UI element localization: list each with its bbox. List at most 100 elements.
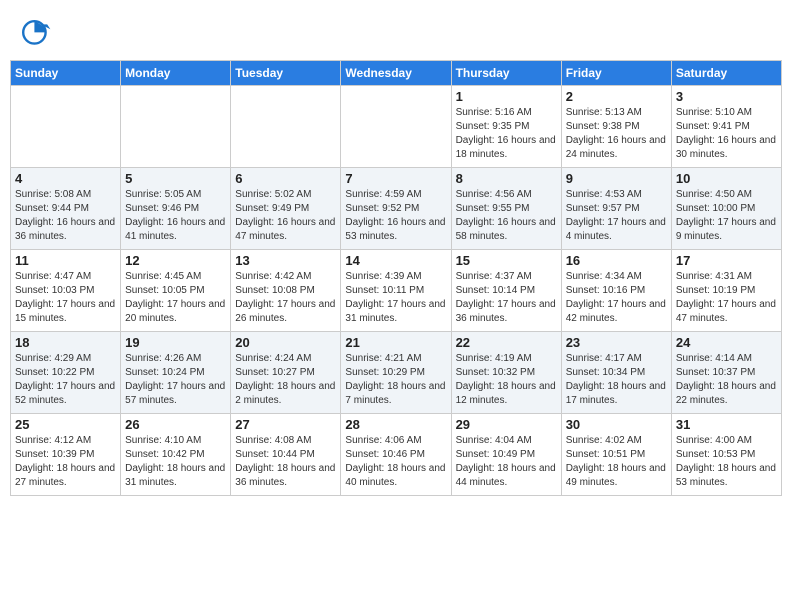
day-info: Sunrise: 4:29 AM Sunset: 10:22 PM Daylig…	[15, 352, 116, 408]
day-info: Sunrise: 4:50 AM Sunset: 10:00 PM Daylig…	[676, 188, 777, 244]
calendar-cell: 10 Sunrise: 4:50 AM Sunset: 10:00 PM Dayl…	[671, 168, 781, 250]
day-number: 27	[235, 417, 336, 432]
day-info: Sunrise: 4:42 AM Sunset: 10:08 PM Daylig…	[235, 270, 336, 326]
day-info: Sunrise: 4:19 AM Sunset: 10:32 PM Daylig…	[456, 352, 557, 408]
day-number: 29	[456, 417, 557, 432]
col-header-friday: Friday	[561, 61, 671, 86]
calendar-cell: 2 Sunrise: 5:13 AM Sunset: 9:38 PM Daylig…	[561, 86, 671, 168]
calendar-cell: 13 Sunrise: 4:42 AM Sunset: 10:08 PM Dayl…	[231, 250, 341, 332]
calendar-cell	[11, 86, 121, 168]
calendar-cell	[341, 86, 451, 168]
calendar-cell: 22 Sunrise: 4:19 AM Sunset: 10:32 PM Dayl…	[451, 332, 561, 414]
day-number: 4	[15, 171, 116, 186]
calendar-cell	[231, 86, 341, 168]
calendar-cell: 31 Sunrise: 4:00 AM Sunset: 10:53 PM Dayl…	[671, 414, 781, 496]
calendar-cell: 6 Sunrise: 5:02 AM Sunset: 9:49 PM Daylig…	[231, 168, 341, 250]
day-info: Sunrise: 4:53 AM Sunset: 9:57 PM Dayligh…	[566, 188, 667, 244]
day-number: 23	[566, 335, 667, 350]
calendar-week-3: 11 Sunrise: 4:47 AM Sunset: 10:03 PM Dayl…	[11, 250, 782, 332]
day-info: Sunrise: 4:14 AM Sunset: 10:37 PM Daylig…	[676, 352, 777, 408]
calendar-cell: 23 Sunrise: 4:17 AM Sunset: 10:34 PM Dayl…	[561, 332, 671, 414]
day-number: 17	[676, 253, 777, 268]
day-number: 19	[125, 335, 226, 350]
calendar-cell: 1 Sunrise: 5:16 AM Sunset: 9:35 PM Daylig…	[451, 86, 561, 168]
calendar-cell: 21 Sunrise: 4:21 AM Sunset: 10:29 PM Dayl…	[341, 332, 451, 414]
day-number: 24	[676, 335, 777, 350]
day-info: Sunrise: 4:00 AM Sunset: 10:53 PM Daylig…	[676, 434, 777, 490]
day-number: 3	[676, 89, 777, 104]
day-info: Sunrise: 4:10 AM Sunset: 10:42 PM Daylig…	[125, 434, 226, 490]
col-header-wednesday: Wednesday	[341, 61, 451, 86]
day-info: Sunrise: 4:02 AM Sunset: 10:51 PM Daylig…	[566, 434, 667, 490]
day-number: 5	[125, 171, 226, 186]
day-number: 1	[456, 89, 557, 104]
calendar-cell: 18 Sunrise: 4:29 AM Sunset: 10:22 PM Dayl…	[11, 332, 121, 414]
day-number: 30	[566, 417, 667, 432]
day-number: 6	[235, 171, 336, 186]
day-info: Sunrise: 5:08 AM Sunset: 9:44 PM Dayligh…	[15, 188, 116, 244]
col-header-saturday: Saturday	[671, 61, 781, 86]
calendar-cell: 9 Sunrise: 4:53 AM Sunset: 9:57 PM Daylig…	[561, 168, 671, 250]
calendar-cell: 16 Sunrise: 4:34 AM Sunset: 10:16 PM Dayl…	[561, 250, 671, 332]
calendar-cell: 30 Sunrise: 4:02 AM Sunset: 10:51 PM Dayl…	[561, 414, 671, 496]
day-info: Sunrise: 4:12 AM Sunset: 10:39 PM Daylig…	[15, 434, 116, 490]
day-info: Sunrise: 4:08 AM Sunset: 10:44 PM Daylig…	[235, 434, 336, 490]
day-number: 31	[676, 417, 777, 432]
day-number: 11	[15, 253, 116, 268]
day-number: 16	[566, 253, 667, 268]
logo	[20, 18, 56, 50]
day-number: 25	[15, 417, 116, 432]
day-info: Sunrise: 4:21 AM Sunset: 10:29 PM Daylig…	[345, 352, 446, 408]
calendar-cell: 5 Sunrise: 5:05 AM Sunset: 9:46 PM Daylig…	[121, 168, 231, 250]
day-info: Sunrise: 4:31 AM Sunset: 10:19 PM Daylig…	[676, 270, 777, 326]
day-info: Sunrise: 4:06 AM Sunset: 10:46 PM Daylig…	[345, 434, 446, 490]
day-number: 22	[456, 335, 557, 350]
calendar-cell: 25 Sunrise: 4:12 AM Sunset: 10:39 PM Dayl…	[11, 414, 121, 496]
day-number: 9	[566, 171, 667, 186]
day-number: 13	[235, 253, 336, 268]
day-number: 8	[456, 171, 557, 186]
day-number: 26	[125, 417, 226, 432]
calendar-cell: 3 Sunrise: 5:10 AM Sunset: 9:41 PM Daylig…	[671, 86, 781, 168]
page-header	[10, 10, 782, 54]
calendar-cell: 28 Sunrise: 4:06 AM Sunset: 10:46 PM Dayl…	[341, 414, 451, 496]
day-info: Sunrise: 4:37 AM Sunset: 10:14 PM Daylig…	[456, 270, 557, 326]
calendar-cell: 14Sunrise: 4:39 AM Sunset: 10:11 PM Dayl…	[341, 250, 451, 332]
calendar-cell: 11 Sunrise: 4:47 AM Sunset: 10:03 PM Dayl…	[11, 250, 121, 332]
day-number: 2	[566, 89, 667, 104]
calendar-cell: 29 Sunrise: 4:04 AM Sunset: 10:49 PM Dayl…	[451, 414, 561, 496]
day-number: 21	[345, 335, 446, 350]
calendar-table: SundayMondayTuesdayWednesdayThursdayFrid…	[10, 60, 782, 496]
day-info: Sunrise: 5:05 AM Sunset: 9:46 PM Dayligh…	[125, 188, 226, 244]
day-info: Sunrise: 4:04 AM Sunset: 10:49 PM Daylig…	[456, 434, 557, 490]
day-number: 14	[345, 253, 446, 268]
calendar-week-2: 4 Sunrise: 5:08 AM Sunset: 9:44 PM Daylig…	[11, 168, 782, 250]
day-info: Sunrise: 4:34 AM Sunset: 10:16 PM Daylig…	[566, 270, 667, 326]
calendar-cell: 8 Sunrise: 4:56 AM Sunset: 9:55 PM Daylig…	[451, 168, 561, 250]
day-info: Sunrise: 5:13 AM Sunset: 9:38 PM Dayligh…	[566, 106, 667, 162]
calendar-cell: 17 Sunrise: 4:31 AM Sunset: 10:19 PM Dayl…	[671, 250, 781, 332]
day-info: Sunrise: 4:56 AM Sunset: 9:55 PM Dayligh…	[456, 188, 557, 244]
day-number: 7	[345, 171, 446, 186]
day-number: 28	[345, 417, 446, 432]
day-info: Sunrise: 5:16 AM Sunset: 9:35 PM Dayligh…	[456, 106, 557, 162]
day-number: 20	[235, 335, 336, 350]
day-info: Sunrise: 4:26 AM Sunset: 10:24 PM Daylig…	[125, 352, 226, 408]
calendar-cell: 26 Sunrise: 4:10 AM Sunset: 10:42 PM Dayl…	[121, 414, 231, 496]
calendar-cell	[121, 86, 231, 168]
day-info: Sunrise: 4:59 AM Sunset: 9:52 PM Dayligh…	[345, 188, 446, 244]
calendar-cell: 7 Sunrise: 4:59 AM Sunset: 9:52 PM Daylig…	[341, 168, 451, 250]
day-info: Sunrise: 5:10 AM Sunset: 9:41 PM Dayligh…	[676, 106, 777, 162]
calendar-cell: 20Sunrise: 4:24 AM Sunset: 10:27 PM Dayl…	[231, 332, 341, 414]
calendar-week-4: 18 Sunrise: 4:29 AM Sunset: 10:22 PM Dayl…	[11, 332, 782, 414]
col-header-sunday: Sunday	[11, 61, 121, 86]
day-number: 18	[15, 335, 116, 350]
day-info: Sunrise: 5:02 AM Sunset: 9:49 PM Dayligh…	[235, 188, 336, 244]
day-number: 10	[676, 171, 777, 186]
calendar-week-5: 25 Sunrise: 4:12 AM Sunset: 10:39 PM Dayl…	[11, 414, 782, 496]
day-info: Sunrise: 4:17 AM Sunset: 10:34 PM Daylig…	[566, 352, 667, 408]
col-header-thursday: Thursday	[451, 61, 561, 86]
calendar-cell: 27 Sunrise: 4:08 AM Sunset: 10:44 PM Dayl…	[231, 414, 341, 496]
day-info: Sunrise: 4:47 AM Sunset: 10:03 PM Daylig…	[15, 270, 116, 326]
day-info: Sunrise: 4:45 AM Sunset: 10:05 PM Daylig…	[125, 270, 226, 326]
